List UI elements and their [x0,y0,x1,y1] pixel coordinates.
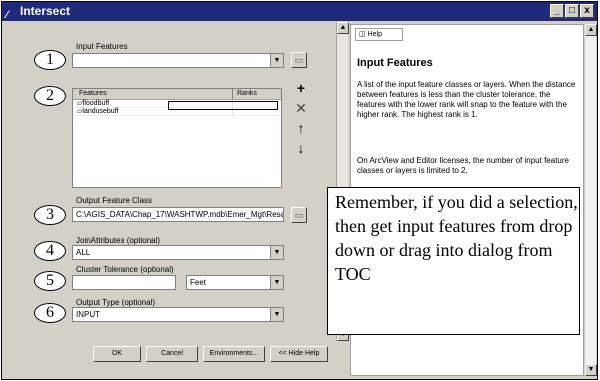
rank-edit-box[interactable] [168,101,278,110]
features-table[interactable]: Features Ranks ▱floodbuff ▱landusebuff [72,88,282,188]
chevron-down-icon[interactable]: ▼ [270,54,283,67]
output-type-label: Output Type (optional) [76,298,156,307]
feature-name: floodbuff [82,100,110,107]
feature-name: landusebuff [82,108,119,115]
join-attributes-value: ALL [76,248,91,257]
scroll-down-icon[interactable]: ▼ [585,364,597,376]
ok-button[interactable]: OK [93,346,141,362]
close-button[interactable]: x [580,4,594,18]
callout-number: 2 [34,86,66,106]
input-features-label: Input Features [76,42,128,51]
callout-number: 1 [34,50,66,70]
join-attributes-combo[interactable]: ALL ▼ [72,245,284,260]
join-attributes-label: JoinAttributes (optional) [76,236,161,245]
callout-number: 4 [34,241,66,261]
col-ranks: Ranks [237,90,257,97]
browse-folder-icon[interactable]: ▭ [291,52,307,68]
cluster-units-combo[interactable]: Feet ▼ [186,275,284,290]
remove-icon[interactable]: ✕ [294,101,308,115]
browse-folder-icon[interactable]: ▭ [291,207,307,223]
output-type-value: INPUT [76,310,100,319]
help-icon: ◫ [359,31,366,38]
title-bar: ⁄ Intersect _ □ x [2,2,597,21]
maximize-button[interactable]: □ [565,4,579,18]
chevron-down-icon[interactable]: ▼ [270,308,283,321]
environments-button[interactable]: Environments... [203,346,265,362]
chevron-down-icon[interactable]: ▼ [270,276,283,289]
help-title: Input Features [357,57,433,69]
scroll-up-icon[interactable]: ▲ [585,24,597,36]
help-scrollbar[interactable]: ▲ ▼ [584,24,597,376]
minimize-button[interactable]: _ [550,4,564,18]
col-features: Features [73,89,233,99]
cancel-button[interactable]: Cancel [146,346,198,362]
cluster-tolerance-field[interactable] [72,275,176,290]
move-up-icon[interactable]: ↑ [294,121,308,135]
cluster-units-value: Feet [190,278,207,287]
output-type-combo[interactable]: INPUT ▼ [72,307,284,322]
help-tab-label: Help [367,31,382,38]
parameters-pane [3,21,343,376]
input-features-combo[interactable]: ▼ [72,53,284,68]
add-icon[interactable]: + [294,81,308,95]
callout-number: 3 [34,205,66,225]
window-title: Intersect [20,4,71,18]
help-paragraph: On ArcView and Editor licenses, the numb… [357,156,569,175]
table-header: Features Ranks [73,89,281,100]
scroll-up-icon[interactable]: ▲ [337,22,349,34]
callout-number: 5 [34,271,66,291]
instruction-callout: Remember, if you did a selection, then g… [327,187,580,335]
chevron-down-icon[interactable]: ▼ [270,246,283,259]
hide-help-button[interactable]: << Hide Help [270,346,328,362]
help-tab[interactable]: ◫ Help [355,28,403,41]
callout-number: 6 [34,303,66,323]
cluster-tolerance-label: Cluster Tolerance (optional) [76,265,174,274]
move-down-icon[interactable]: ↓ [294,141,308,155]
output-feature-class-label: Output Feature Class [76,196,153,205]
output-feature-class-field[interactable]: C:\AGIS_DATA\Chap_17\WASHTWP.mdb\Emer_Mg… [72,207,284,222]
help-paragraph: A list of the input feature classes or l… [357,80,576,119]
